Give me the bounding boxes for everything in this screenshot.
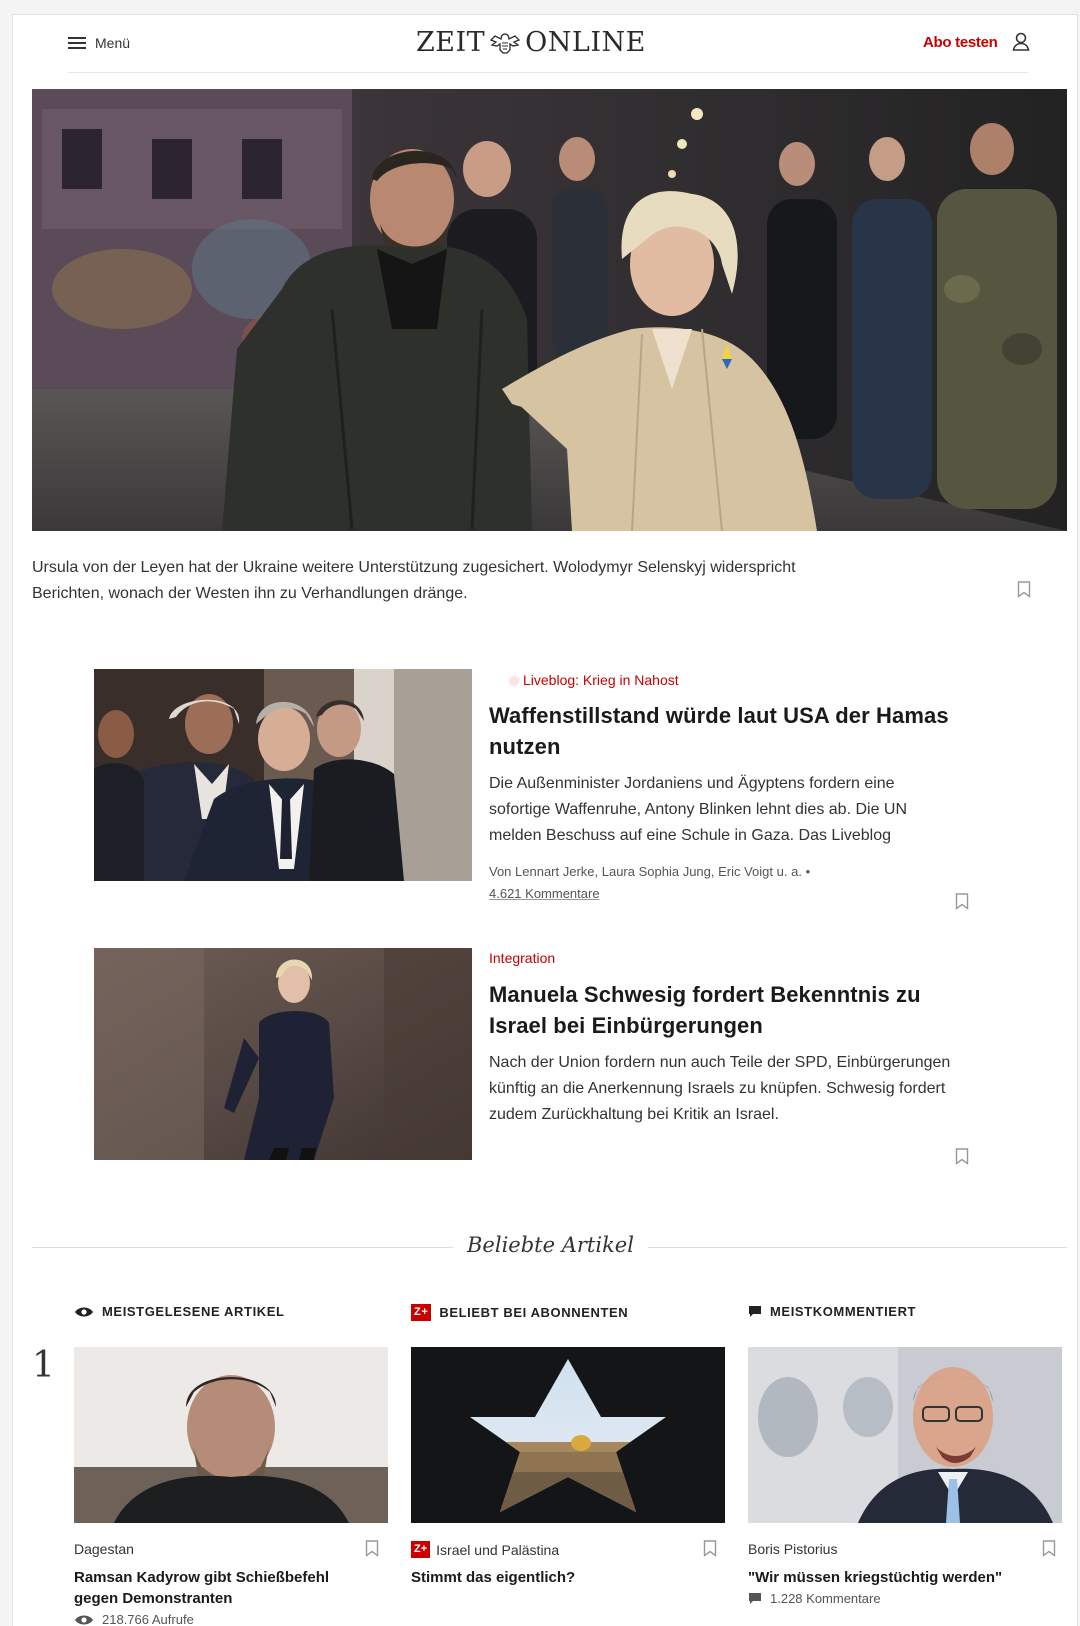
kicker-text: Israel und Palästina: [436, 1541, 560, 1558]
logo-text-left: ZEIT: [416, 27, 486, 58]
hero-image[interactable]: [32, 89, 1067, 531]
popular-title[interactable]: "Wir müssen kriegstüchtig werden": [748, 1567, 1058, 1588]
popular-meta: 218.766 Aufrufe: [74, 1612, 194, 1626]
column-header-most-read[interactable]: MEISTGELESENE ARTIKEL: [74, 1304, 285, 1319]
hero-caption[interactable]: Ursula von der Leyen hat der Ukraine wei…: [32, 555, 822, 607]
eye-icon: [75, 1615, 93, 1624]
page: Menü ZEIT ONLINE Abo testen Ursula von d…: [12, 14, 1078, 1626]
site-logo[interactable]: ZEIT ONLINE: [416, 27, 646, 58]
zplus-badge-icon: Z+: [411, 1541, 431, 1558]
article-teaser[interactable]: Nach der Union fordern nun auch Teile de…: [489, 1050, 959, 1128]
popular-title[interactable]: Stimmt das eigentlich?: [411, 1567, 711, 1588]
bookmark-icon[interactable]: [1042, 1540, 1056, 1557]
eye-icon: [75, 1307, 93, 1316]
menu-label: Menü: [95, 35, 131, 51]
abo-testen-link[interactable]: Abo testen: [923, 34, 998, 51]
popular-kicker[interactable]: Dagestan: [74, 1541, 134, 1557]
article-photo: [94, 948, 472, 1160]
comment-icon: [749, 1593, 761, 1604]
bookmark-icon[interactable]: [955, 893, 969, 910]
article-photo: [94, 669, 472, 881]
live-dot-icon: [509, 676, 519, 686]
logo-text-right: ONLINE: [525, 27, 646, 58]
popular-kicker[interactable]: Z+ Israel und Palästina: [411, 1541, 559, 1558]
user-account-icon[interactable]: [1010, 30, 1032, 54]
comment-icon: [749, 1306, 761, 1317]
comment-count[interactable]: 1.228 Kommentare: [770, 1591, 881, 1606]
article-image-schwesig[interactable]: [94, 948, 472, 1160]
rank-number: 1: [32, 1345, 55, 1386]
article-comments-link[interactable]: 4.621 Kommentare: [489, 886, 600, 901]
column-heading: MEISTKOMMENTIERT: [770, 1304, 917, 1319]
bookmark-icon[interactable]: [365, 1540, 379, 1557]
kicker-text: Liveblog: Krieg in Nahost: [523, 672, 679, 688]
popular-kicker[interactable]: Boris Pistorius: [748, 1541, 837, 1557]
popular-image-kadyrow[interactable]: [74, 1347, 388, 1523]
article-authors[interactable]: Von Lennart Jerke, Laura Sophia Jung, Er…: [489, 864, 802, 879]
site-header: Menü ZEIT ONLINE Abo testen: [68, 15, 1030, 73]
article-image-blinken[interactable]: [94, 669, 472, 881]
hero-photo: [32, 89, 1067, 531]
zplus-badge-icon: Z+: [411, 1304, 432, 1321]
popular-meta: 1.228 Kommentare: [748, 1591, 881, 1606]
popular-photo: [411, 1347, 725, 1523]
popular-photo: [748, 1347, 1062, 1523]
column-header-most-commented[interactable]: MEISTKOMMENTIERT: [748, 1304, 916, 1319]
eagle-logo-icon: [489, 32, 521, 54]
bookmark-icon[interactable]: [955, 1148, 969, 1165]
column-header-subscribers[interactable]: Z+ BELIEBT BEI ABONNENTEN: [411, 1304, 628, 1321]
column-heading: BELIEBT BEI ABONNENTEN: [439, 1305, 629, 1320]
view-count: 218.766 Aufrufe: [102, 1612, 194, 1626]
hamburger-icon: [68, 37, 86, 49]
popular-title[interactable]: Ramsan Kadyrow gibt Schießbefehl gegen D…: [74, 1567, 374, 1609]
article-teaser[interactable]: Die Außenminister Jordaniens und Ägypten…: [489, 771, 959, 849]
article-kicker-liveblog[interactable]: Liveblog: Krieg in Nahost: [509, 672, 679, 688]
article-meta: Von Lennart Jerke, Laura Sophia Jung, Er…: [489, 861, 889, 905]
column-heading: MEISTGELESENE ARTIKEL: [102, 1304, 285, 1319]
popular-photo: [74, 1347, 388, 1523]
popular-image-pistorius[interactable]: [748, 1347, 1062, 1523]
article-title[interactable]: Waffenstillstand würde laut USA der Hama…: [489, 700, 969, 762]
article-kicker-integration[interactable]: Integration: [489, 950, 555, 966]
bookmark-icon[interactable]: [703, 1540, 717, 1557]
popular-image-jerusalem[interactable]: [411, 1347, 725, 1523]
article-title[interactable]: Manuela Schwesig fordert Bekenntnis zu I…: [489, 979, 969, 1041]
bookmark-icon[interactable]: [1017, 581, 1031, 598]
section-title: Beliebte Artikel: [453, 1233, 648, 1257]
separator-dot: •: [805, 864, 811, 879]
menu-button[interactable]: Menü: [68, 35, 130, 51]
